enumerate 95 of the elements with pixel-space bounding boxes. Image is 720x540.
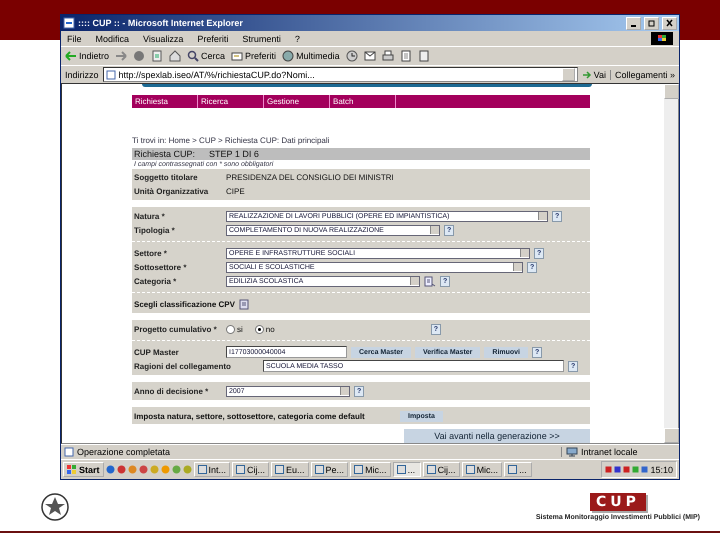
nav-tab[interactable]: Ricerca — [198, 95, 264, 108]
menu-item[interactable]: Modifica — [96, 34, 130, 44]
document-icon[interactable] — [400, 50, 412, 62]
clock: 15:10 — [650, 464, 673, 474]
radio-option[interactable]: si — [226, 324, 243, 334]
printer-icon[interactable] — [382, 50, 394, 62]
toolbar-button[interactable]: Cerca — [187, 50, 226, 62]
stop-icon[interactable] — [133, 50, 146, 62]
back-arrow-icon — [65, 50, 77, 62]
document-lookup-icon[interactable] — [238, 298, 250, 310]
toolbar-button[interactable]: Indietro — [65, 50, 110, 62]
browser-icon — [63, 17, 75, 29]
windows-logo-icon — [651, 32, 673, 45]
media-icon — [282, 50, 294, 62]
restore-icon — [647, 19, 656, 27]
field-label: Imposta natura, settore, sottosettore, categoria come default — [134, 412, 366, 420]
taskbar-button[interactable]: ... — [504, 462, 532, 477]
window-icon — [396, 465, 406, 474]
window-title: :::: CUP :: - Microsoft Internet Explorer — [78, 18, 243, 28]
menu-item[interactable]: Strumenti — [242, 34, 281, 44]
cup-logo: CUP — [590, 493, 646, 511]
address-label: Indirizzo — [65, 70, 99, 80]
field-label: Ragioni del collegamento — [134, 362, 232, 370]
field-label: Categoria * — [134, 276, 178, 286]
nav-tab[interactable]: Gestione — [264, 95, 330, 108]
taskbar-button[interactable]: ... — [392, 462, 421, 477]
close-icon — [665, 19, 674, 27]
links-button[interactable]: Collegamenti » — [610, 70, 675, 80]
window-icon — [275, 465, 284, 474]
close-button[interactable] — [662, 16, 677, 30]
step-title: Richiesta CUP: — [134, 149, 196, 159]
field-label: Progetto cumulativo * — [134, 324, 218, 334]
next-step-button[interactable]: Vai avanti nella generazione >> — [404, 429, 590, 443]
page-icon — [106, 70, 116, 80]
menu-item[interactable]: Visualizza — [143, 34, 184, 44]
go-button[interactable]: Vai — [582, 70, 606, 80]
field-label: Anno di decisione * — [134, 386, 210, 396]
taskbar-button[interactable]: Eu... — [271, 462, 309, 477]
taskbar-button[interactable]: Mic... — [350, 462, 391, 477]
minimize-button[interactable] — [626, 16, 641, 30]
taskbar-button[interactable]: Cij... — [232, 462, 270, 477]
radio-button[interactable] — [226, 324, 235, 334]
home-icon[interactable] — [169, 50, 182, 62]
menu-item[interactable]: ? — [294, 34, 300, 44]
menu-item[interactable]: Preferiti — [197, 34, 228, 44]
toolbar-button[interactable]: Multimedia — [282, 50, 340, 62]
zone-text: Intranet locale — [581, 447, 638, 457]
field-label: Tipologia * — [134, 226, 176, 234]
document-icon[interactable] — [418, 50, 430, 62]
page-icon — [64, 447, 74, 457]
taskbar-button[interactable]: Cij... — [422, 462, 460, 477]
start-button[interactable]: Start — [63, 462, 104, 477]
status-text: Operazione completata — [77, 447, 172, 457]
forward-arrow-icon[interactable] — [115, 50, 128, 62]
window-icon — [198, 465, 207, 474]
window-icon — [236, 465, 246, 474]
field-label: Sottosettore * — [134, 262, 188, 272]
field-label: Scegli classificazione CPV — [134, 300, 235, 308]
scroll-down-button[interactable] — [664, 428, 679, 443]
window-icon — [354, 465, 364, 474]
radio-button[interactable] — [254, 324, 264, 334]
go-arrow-icon — [582, 70, 592, 80]
history-icon[interactable] — [346, 50, 358, 62]
windows-flag-icon — [67, 465, 77, 474]
restore-button[interactable] — [644, 16, 659, 30]
mail-icon[interactable] — [364, 50, 376, 62]
radio-label: no — [266, 324, 275, 334]
step-label: STEP 1 DI 6 — [209, 149, 259, 159]
toolbar-button[interactable]: Preferiti — [231, 50, 276, 62]
nav-tab[interactable]: Richiesta — [132, 95, 198, 108]
breadcrumb: Ti trovi in: Home > CUP > Richiesta CUP: Dati principali — [132, 136, 330, 145]
field-label: Soggetto titolare — [134, 172, 199, 182]
nav-tab[interactable]: Batch — [330, 95, 396, 108]
field-label: CUP Master — [134, 348, 180, 356]
field-value: CIPE — [226, 186, 245, 196]
field-label: Settore * — [134, 248, 168, 258]
window-icon — [426, 465, 436, 474]
taskbar-button[interactable]: Int... — [194, 462, 230, 477]
taskbar-button[interactable]: Mic... — [462, 462, 502, 477]
intranet-icon — [566, 447, 578, 457]
menu-item[interactable]: File — [67, 34, 82, 44]
emblem-drawing — [40, 492, 70, 522]
search-icon — [187, 50, 200, 62]
window-icon — [314, 465, 324, 474]
radio-label: si — [237, 324, 243, 334]
radio-option[interactable]: no — [254, 324, 275, 334]
taskbar-button[interactable]: Pe... — [310, 462, 348, 477]
list-lookup-icon[interactable] — [424, 276, 436, 286]
scroll-up-button[interactable] — [664, 84, 679, 99]
field-label: Unità Organizzativa — [134, 186, 210, 196]
window-icon — [508, 465, 518, 474]
window-icon — [466, 465, 475, 474]
field-label: Natura * — [134, 212, 166, 220]
address-field[interactable]: http://spexlab.iseo/AT/%/richiestaCUP.do?Nomi... — [102, 67, 578, 82]
field-value: PRESIDENZA DEL CONSIGLIO DEI MINISTRI — [226, 172, 394, 182]
